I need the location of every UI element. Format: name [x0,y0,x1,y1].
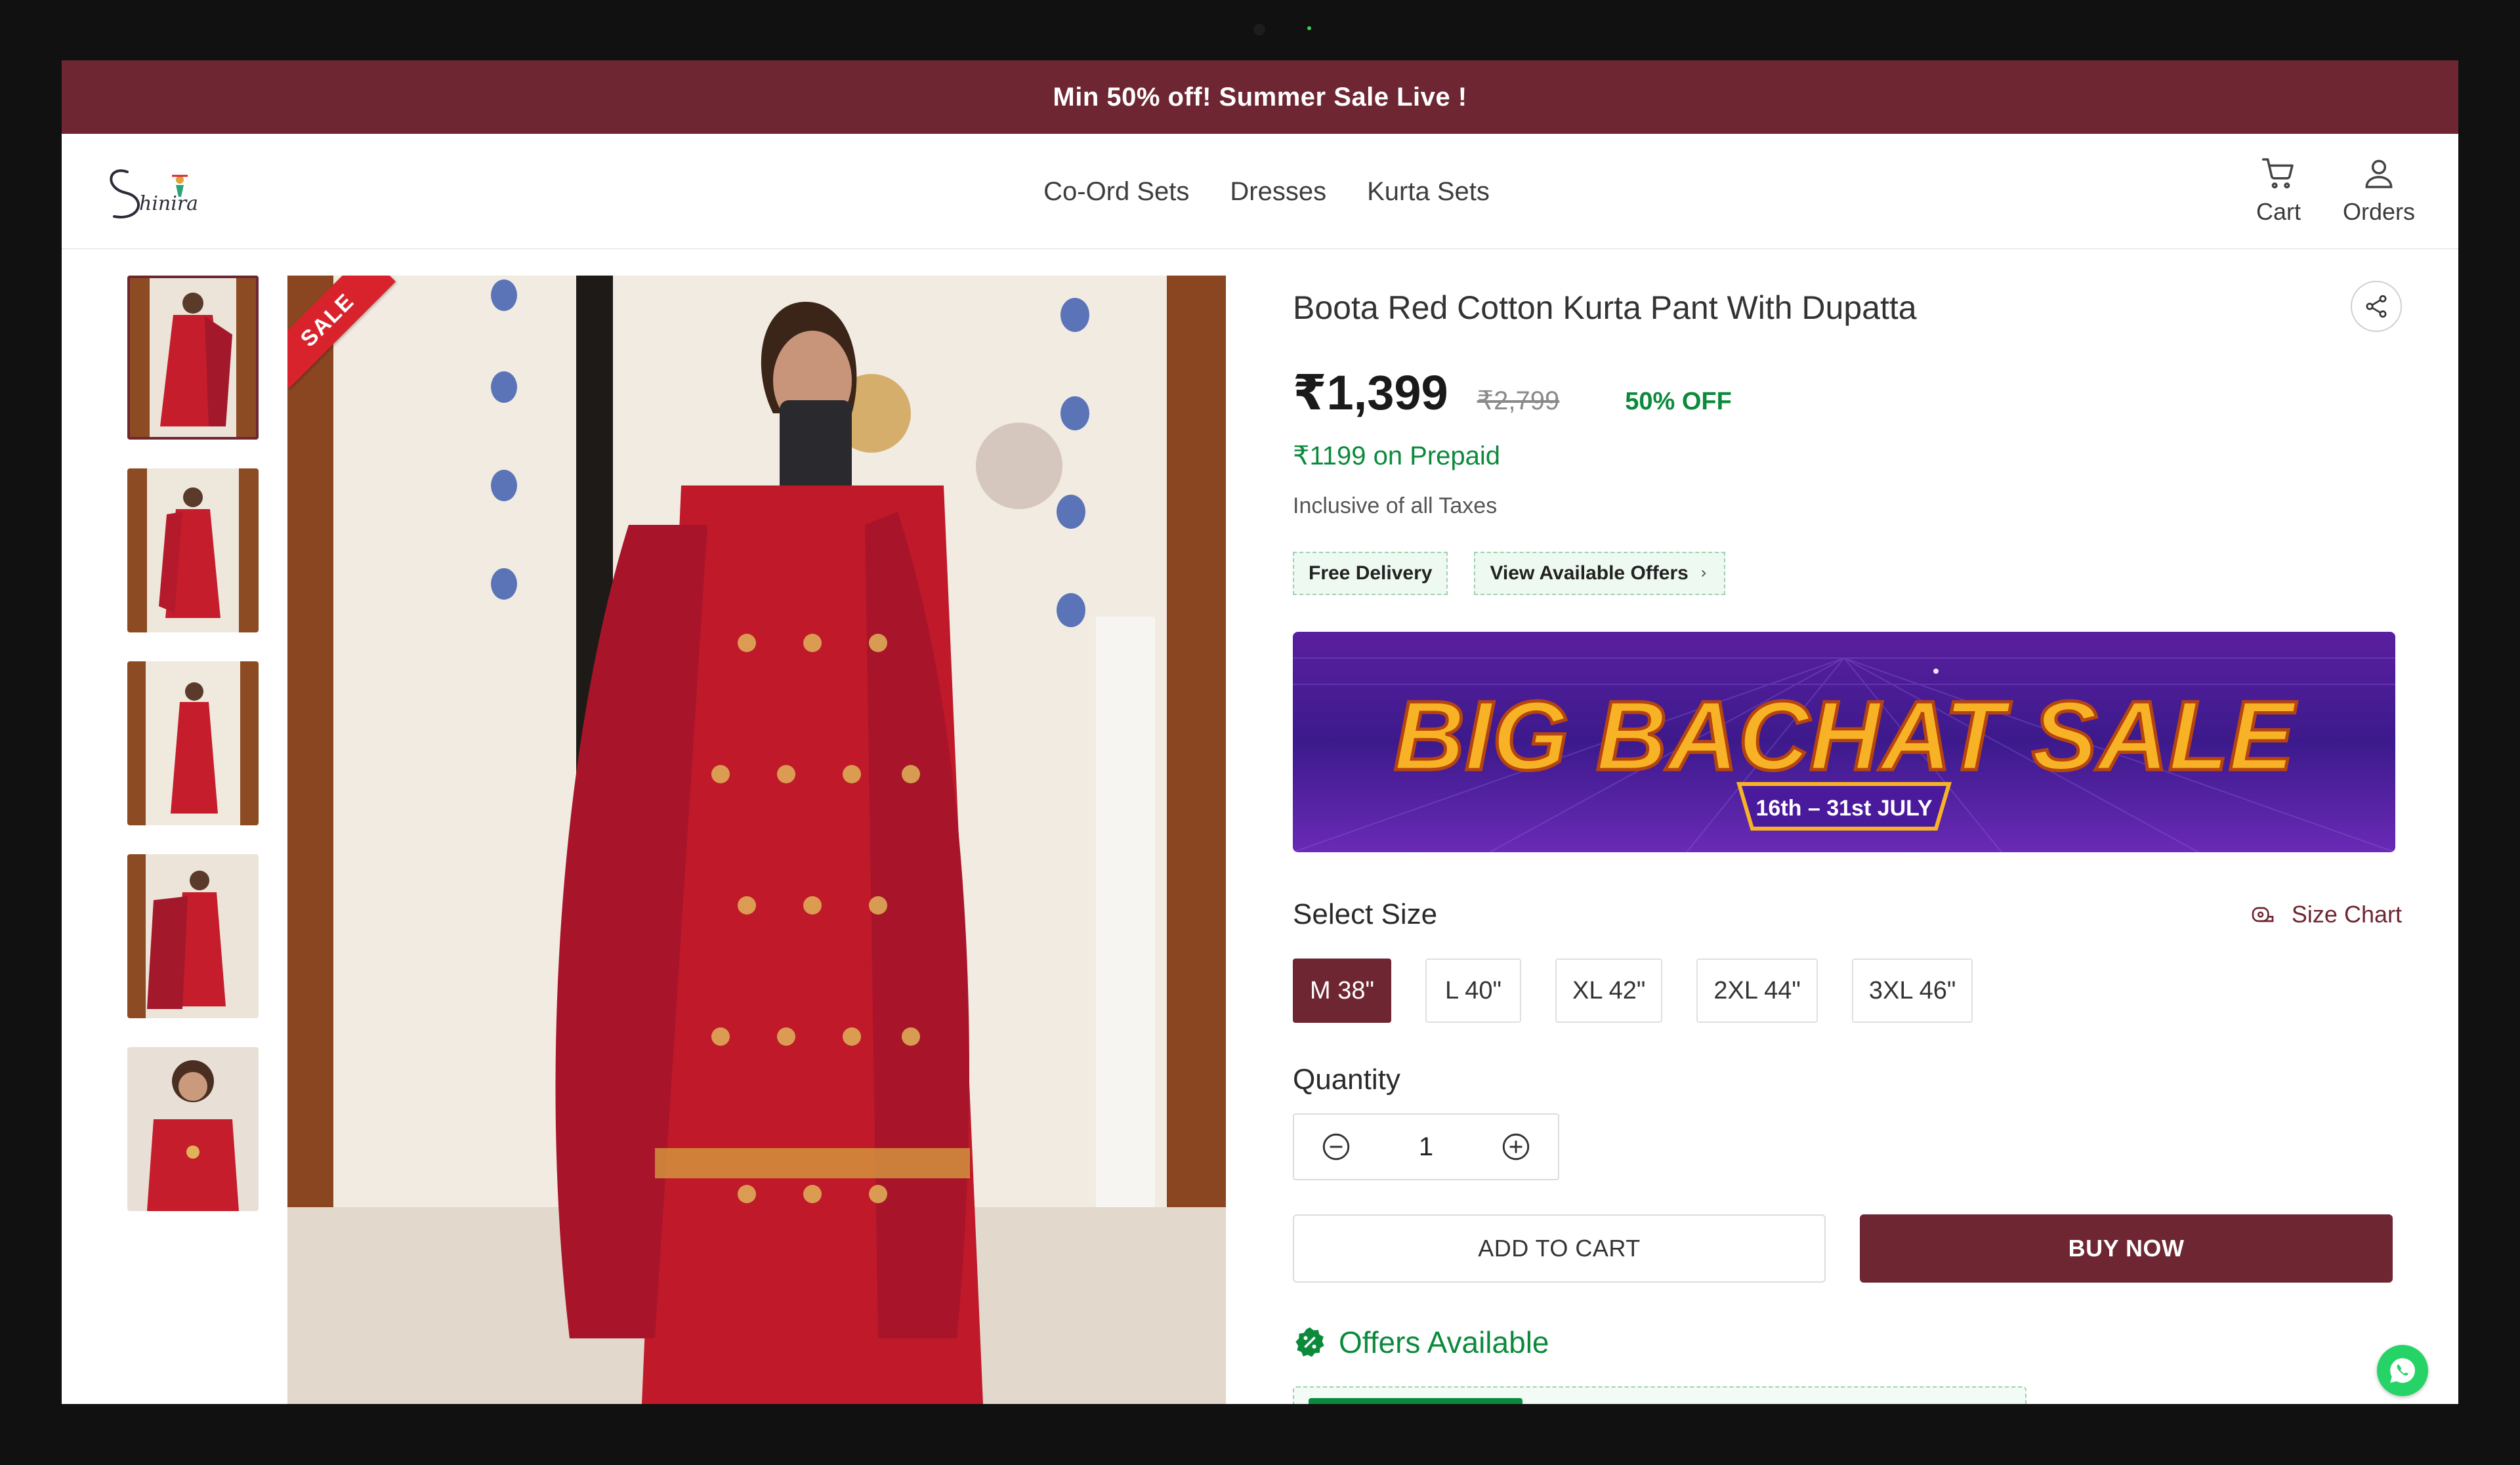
nav-kurta-sets[interactable]: Kurta Sets [1367,177,1490,207]
size-option-3xl[interactable]: 3XL 46" [1851,959,1973,1023]
promo-bar: Min 50% off! Summer Sale Live ! [62,60,2458,134]
thumbnail-4[interactable] [127,854,259,1018]
camera-indicator [1307,26,1311,30]
orders-label: Orders [2342,198,2415,225]
thumbnail-3[interactable] [127,661,259,825]
size-option-l[interactable]: L 40" [1425,959,1521,1023]
tape-measure-icon [2252,907,2274,922]
product-photo [287,276,1226,1404]
big-bachat-sale-banner[interactable]: BIG BACHAT SALE 16th – 31st JULY [1293,632,2395,852]
quantity-label: Quantity [1293,1063,1400,1096]
whatsapp-icon [2390,1358,2415,1383]
cart-label: Cart [2256,198,2301,225]
orders-button[interactable]: Orders [2343,155,2415,226]
size-options: M 38" L 40" XL 42" 2XL 44" 3XL 46" [1293,959,2402,1023]
banner-headline: BIG BACHAT SALE [1394,680,2297,791]
whatsapp-chat-button[interactable] [2377,1345,2428,1396]
main-nav: Co-Ord Sets Dresses Kurta Sets [62,134,2458,249]
size-option-m[interactable]: M 38" [1293,959,1391,1023]
size-option-2xl[interactable]: 2XL 44" [1696,959,1818,1023]
banner-artwork: BIG BACHAT SALE 16th – 31st JULY [1293,657,2395,852]
size-chart-text: Size Chart [2291,901,2402,928]
plus-circle-icon [1502,1133,1530,1161]
thumbnail-1[interactable] [127,276,259,440]
share-button[interactable] [2351,281,2402,332]
add-to-cart-button[interactable]: ADD TO CART [1293,1214,1826,1283]
offers-heading-text: Offers Available [1339,1325,1549,1359]
quantity-stepper: 1 [1293,1113,1559,1180]
user-icon [2365,159,2393,188]
browser-screen: Min 50% off! Summer Sale Live ! hinira C… [62,60,2458,1404]
promo-text: Min 50% off! Summer Sale Live ! [1053,82,1467,112]
size-header: Select Size Size Chart [1293,898,2402,931]
discount-badge-icon [1295,1327,1324,1357]
cart-button[interactable]: Cart [2256,155,2301,226]
offer-card-tab [1309,1398,1522,1404]
site-header: hinira Co-Ord Sets Dresses Kurta Sets Ca… [62,134,2458,249]
banner-dates: 16th – 31st JULY [1756,796,1933,821]
thumbnail-image [127,276,259,440]
size-chart-link[interactable]: Size Chart [2250,901,2402,928]
tax-note: Inclusive of all Taxes [1293,493,1498,518]
increase-quantity-button[interactable] [1499,1130,1533,1164]
discount-label: 50% OFF [1625,388,1732,415]
cart-icon [2261,158,2294,189]
view-offers-text: View Available Offers [1490,562,1689,584]
free-delivery-text: Free Delivery [1309,562,1433,584]
cta-row: ADD TO CART BUY NOW [1293,1214,2402,1283]
quantity-value: 1 [1418,1132,1434,1161]
thumbnail-gallery [127,276,259,1240]
thumbnail-5[interactable] [127,1047,259,1211]
product-title: Boota Red Cotton Kurta Pant With Dupatta [1293,289,1917,326]
thumbnail-2[interactable] [127,468,259,632]
product-details: Boota Red Cotton Kurta Pant With Dupatta… [1293,276,2402,1404]
thumbnail-image [127,1047,259,1211]
select-size-label: Select Size [1293,898,1438,930]
buy-now-button[interactable]: BUY NOW [1860,1214,2393,1283]
badge-row: Free Delivery View Available Offers [1293,552,2402,595]
free-delivery-badge: Free Delivery [1293,552,1448,595]
chevron-right-icon [1701,569,1706,577]
thumbnail-image [127,854,259,1018]
thumbnail-image [127,468,259,632]
decrease-quantity-button[interactable] [1319,1130,1353,1164]
minus-circle-icon [1322,1133,1350,1161]
thumbnail-image [127,661,259,825]
sale-price: ₹1,399 [1293,365,1448,420]
nav-dresses[interactable]: Dresses [1230,177,1326,207]
offer-card [1293,1386,2026,1404]
share-icon [2366,295,2387,318]
view-offers-button[interactable]: View Available Offers [1474,552,1725,595]
main-product-image[interactable]: SALE [287,276,1226,1404]
offers-heading: Offers Available [1293,1325,2402,1360]
camera [1253,24,1265,35]
price-row: ₹1,399 ₹2,799 50% OFF [1293,365,2402,421]
prepaid-offer: ₹1199 on Prepaid [1293,442,1501,470]
nav-co-ord-sets[interactable]: Co-Ord Sets [1043,177,1189,207]
size-option-xl[interactable]: XL 42" [1555,959,1663,1023]
original-price: ₹2,799 [1477,386,1560,415]
header-actions: Cart Orders [2256,155,2415,226]
